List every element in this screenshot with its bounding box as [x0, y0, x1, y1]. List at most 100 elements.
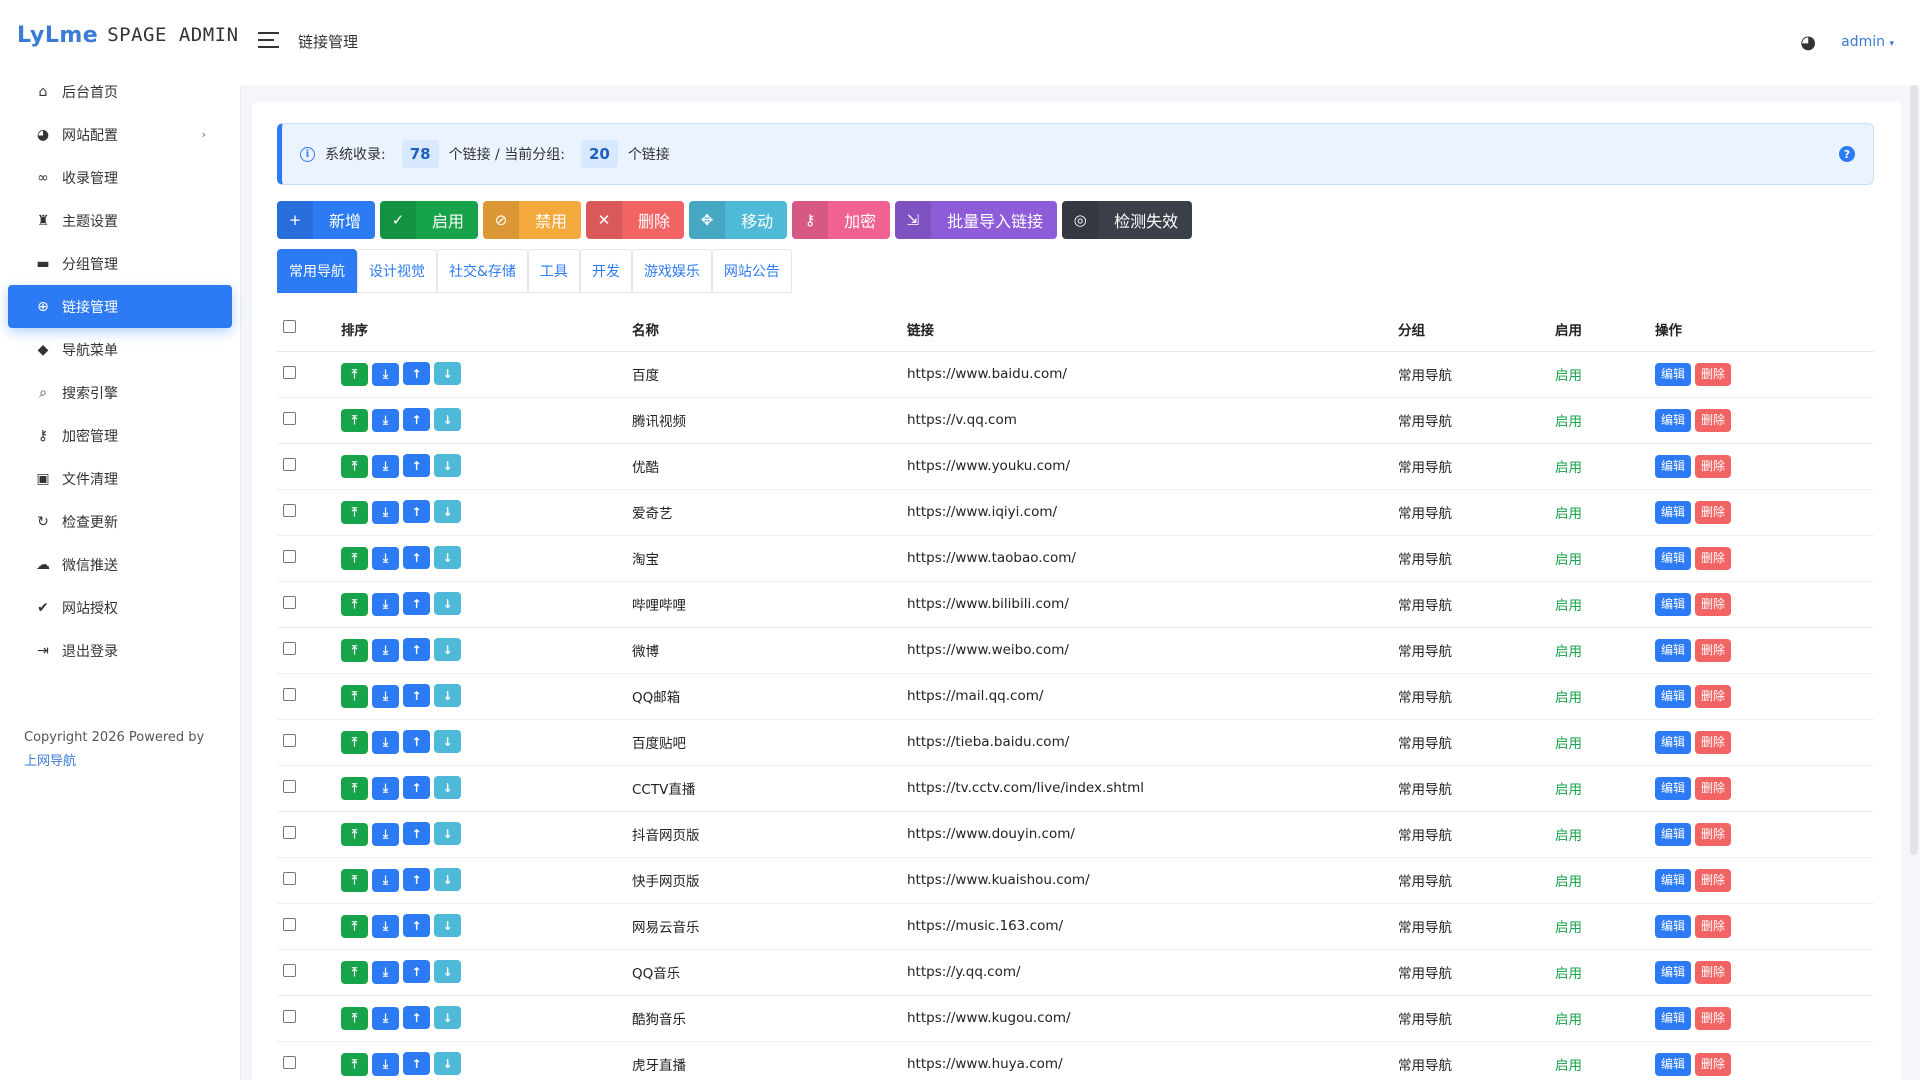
move-down-button[interactable]: ↓ [434, 822, 461, 846]
move-top-button[interactable]: ⤒ [341, 684, 368, 708]
move-bottom-button[interactable]: ⤓ [372, 730, 399, 754]
sidebar-item-10[interactable]: ↻ 检查更新 [8, 500, 232, 543]
move-bottom-button[interactable]: ⤓ [372, 454, 399, 478]
move-bottom-button[interactable]: ⤓ [372, 1052, 399, 1076]
sidebar-item-7[interactable]: ⌕ 搜索引擎 [8, 371, 232, 414]
move-up-button[interactable]: ↑ [403, 868, 430, 892]
row-checkbox[interactable] [283, 641, 296, 655]
row-delete-button[interactable]: 删除 [1695, 638, 1732, 662]
edit-button[interactable]: 编辑 [1655, 500, 1692, 524]
move-top-button[interactable]: ⤒ [341, 960, 368, 984]
move-up-button[interactable]: ↑ [403, 454, 430, 478]
move-down-button[interactable]: ↓ [434, 914, 461, 938]
move-bottom-button[interactable]: ⤓ [372, 638, 399, 662]
row-checkbox[interactable] [283, 457, 296, 471]
row-delete-button[interactable]: 删除 [1695, 362, 1732, 386]
move-up-button[interactable]: ↑ [403, 1006, 430, 1030]
row-checkbox[interactable] [283, 411, 296, 425]
move-bottom-button[interactable]: ⤓ [372, 914, 399, 938]
move-down-button[interactable]: ↓ [434, 1052, 461, 1076]
move-top-button[interactable]: ⤒ [341, 1006, 368, 1030]
row-checkbox[interactable] [283, 1055, 296, 1069]
row-checkbox[interactable] [283, 365, 296, 379]
row-checkbox[interactable] [283, 503, 296, 517]
move-down-button[interactable]: ↓ [434, 868, 461, 892]
move-bottom-button[interactable]: ⤓ [372, 500, 399, 524]
move-up-button[interactable]: ↑ [403, 362, 430, 386]
move-bottom-button[interactable]: ⤓ [372, 362, 399, 386]
move-up-button[interactable]: ↑ [403, 730, 430, 754]
edit-button[interactable]: 编辑 [1655, 638, 1692, 662]
row-delete-button[interactable]: 删除 [1695, 1052, 1732, 1076]
sidebar-item-0[interactable]: ⌂ 后台首页 [8, 70, 232, 113]
move-bottom-button[interactable]: ⤓ [372, 822, 399, 846]
move-bottom-button[interactable]: ⤓ [372, 592, 399, 616]
edit-button[interactable]: 编辑 [1655, 684, 1692, 708]
sidebar-item-2[interactable]: ∞ 收录管理 [8, 156, 232, 199]
move-top-button[interactable]: ⤒ [341, 362, 368, 386]
row-delete-button[interactable]: 删除 [1695, 822, 1732, 846]
move-bottom-button[interactable]: ⤓ [372, 684, 399, 708]
move-down-button[interactable]: ↓ [434, 684, 461, 708]
move-top-button[interactable]: ⤒ [341, 638, 368, 662]
move-down-button[interactable]: ↓ [434, 362, 461, 386]
move-up-button[interactable]: ↑ [403, 592, 430, 616]
row-delete-button[interactable]: 删除 [1695, 776, 1732, 800]
move-top-button[interactable]: ⤒ [341, 822, 368, 846]
batch-import-button[interactable]: ⇲ 批量导入链接 [895, 201, 1058, 239]
row-delete-button[interactable]: 删除 [1695, 914, 1732, 938]
move-top-button[interactable]: ⤒ [341, 546, 368, 570]
edit-button[interactable]: 编辑 [1655, 454, 1692, 478]
copyright-link[interactable]: 上网导航 [24, 754, 76, 769]
move-down-button[interactable]: ↓ [434, 776, 461, 800]
move-up-button[interactable]: ↑ [403, 960, 430, 984]
move-bottom-button[interactable]: ⤓ [372, 868, 399, 892]
move-top-button[interactable]: ⤒ [341, 408, 368, 432]
move-bottom-button[interactable]: ⤓ [372, 960, 399, 984]
sidebar-item-11[interactable]: ☁ 微信推送 [8, 543, 232, 586]
tab-3[interactable]: 工具 [527, 249, 580, 293]
edit-button[interactable]: 编辑 [1655, 730, 1692, 754]
check-invalid-button[interactable]: ◎ 检测失效 [1062, 201, 1193, 239]
move-up-button[interactable]: ↑ [403, 822, 430, 846]
move-up-button[interactable]: ↑ [403, 500, 430, 524]
encrypt-button[interactable]: ⚷ 加密 [792, 201, 891, 239]
tab-5[interactable]: 游戏娱乐 [631, 249, 712, 293]
move-top-button[interactable]: ⤒ [341, 776, 368, 800]
select-all-checkbox[interactable] [283, 320, 296, 334]
move-up-button[interactable]: ↑ [403, 684, 430, 708]
move-bottom-button[interactable]: ⤓ [372, 776, 399, 800]
move-bottom-button[interactable]: ⤓ [372, 1006, 399, 1030]
move-down-button[interactable]: ↓ [434, 730, 461, 754]
move-bottom-button[interactable]: ⤓ [372, 408, 399, 432]
edit-button[interactable]: 编辑 [1655, 408, 1692, 432]
row-checkbox[interactable] [283, 871, 296, 885]
row-delete-button[interactable]: 删除 [1695, 408, 1732, 432]
move-down-button[interactable]: ↓ [434, 592, 461, 616]
move-down-button[interactable]: ↓ [434, 546, 461, 570]
sidebar-item-3[interactable]: ♜ 主题设置 [8, 199, 232, 242]
edit-button[interactable]: 编辑 [1655, 362, 1692, 386]
row-checkbox[interactable] [283, 917, 296, 931]
sidebar-item-13[interactable]: ⇥ 退出登录 [8, 629, 232, 672]
move-top-button[interactable]: ⤒ [341, 1052, 368, 1076]
move-up-button[interactable]: ↑ [403, 776, 430, 800]
row-delete-button[interactable]: 删除 [1695, 592, 1732, 616]
edit-button[interactable]: 编辑 [1655, 592, 1692, 616]
row-checkbox[interactable] [283, 825, 296, 839]
tab-6[interactable]: 网站公告 [711, 249, 792, 293]
tab-4[interactable]: 开发 [579, 249, 632, 293]
move-down-button[interactable]: ↓ [434, 454, 461, 478]
disable-button[interactable]: ⊘ 禁用 [483, 201, 582, 239]
sidebar-item-6[interactable]: ◆ 导航菜单 [8, 328, 232, 371]
sidebar-item-5[interactable]: ⊕ 链接管理 [8, 285, 232, 328]
move-down-button[interactable]: ↓ [434, 408, 461, 432]
move-button[interactable]: ✥ 移动 [689, 201, 788, 239]
edit-button[interactable]: 编辑 [1655, 1052, 1692, 1076]
user-menu[interactable]: admin ▾ [1841, 34, 1894, 50]
move-top-button[interactable]: ⤒ [341, 592, 368, 616]
edit-button[interactable]: 编辑 [1655, 822, 1692, 846]
move-bottom-button[interactable]: ⤓ [372, 546, 399, 570]
move-down-button[interactable]: ↓ [434, 960, 461, 984]
palette-icon[interactable]: ◕ [1800, 32, 1816, 53]
